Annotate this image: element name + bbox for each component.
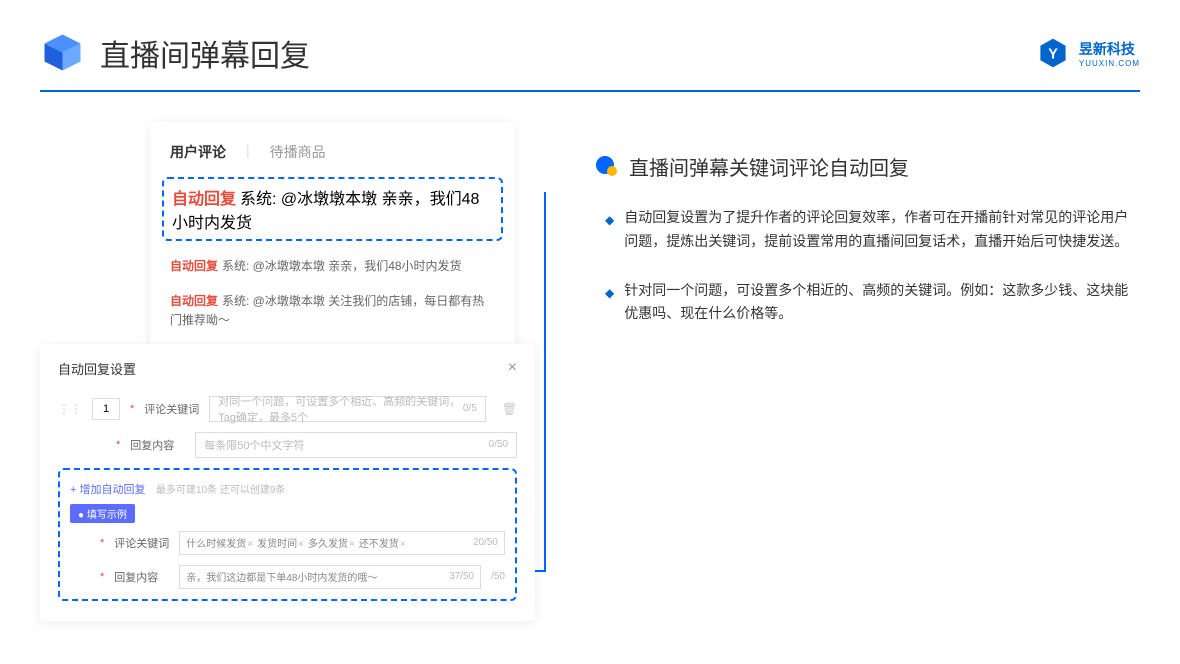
header-divider — [40, 90, 1140, 92]
diamond-icon: ◆ — [605, 283, 614, 327]
settings-title: 自动回复设置 — [58, 359, 136, 378]
close-icon[interactable]: × — [508, 359, 517, 377]
diamond-icon: ◆ — [605, 210, 614, 254]
comment-row: 自动回复系统: @冰墩墩本墩 关注我们的店铺，每日都有热门推荐呦～ — [150, 284, 515, 338]
bullet-item: ◆ 针对同一个问题，可设置多个相近的、高频的关键词。例如：这款多少钱、这块能优惠… — [605, 279, 1140, 327]
example-reply-input[interactable]: 亲，我们这边都是下单48小时内发货的哦～ 37/50 — [179, 565, 481, 589]
keyword-input[interactable]: 对同一个问题，可设置多个相近、高频的关键词，Tag确定，最多5个 0/5 — [209, 396, 485, 422]
drag-icon[interactable]: ⋮⋮ — [58, 402, 82, 416]
reply-input[interactable]: 每条限50个中文字符 0/50 — [195, 432, 517, 458]
brand-name-en: YUUXIN.COM — [1079, 59, 1140, 68]
index-input[interactable] — [92, 398, 120, 420]
cube-icon — [40, 30, 85, 75]
comment-row: 自动回复系统: @冰墩墩本墩 亲亲，我们48小时内发货 — [150, 249, 515, 284]
add-hint: 最多可建10条 还可以创建9条 — [156, 485, 285, 496]
keyword-label: 评论关键词 — [144, 401, 199, 417]
delete-icon[interactable]: 🗑 — [502, 402, 517, 416]
example-keyword-input[interactable]: 什么时候发货× 发货时间× 多久发货× 还不发货× 20/50 — [179, 531, 505, 555]
brand-name-cn: 昱新科技 — [1079, 39, 1140, 59]
comments-panel: 用户评论 | 待播商品 自动回复系统: @冰墩墩本墩 亲亲，我们48小时内发货 … — [150, 122, 515, 359]
example-badge: ● 填写示例 — [70, 504, 135, 523]
highlighted-comment: 自动回复系统: @冰墩墩本墩 亲亲，我们48小时内发货 — [162, 177, 503, 241]
bullet-item: ◆ 自动回复设置为了提升作者的评论回复效率，作者可在开播前针对常见的评论用户问题… — [605, 206, 1140, 254]
tab-products[interactable]: 待播商品 — [270, 142, 326, 162]
settings-panel: 自动回复设置 × ⋮⋮ * 评论关键词 对同一个问题，可设置多个相近、高频的关键… — [40, 344, 535, 621]
add-reply-link[interactable]: + 增加自动回复 — [70, 484, 145, 496]
brand-icon: Y — [1035, 35, 1071, 71]
section-title: 直播间弹幕关键词评论自动回复 — [629, 152, 909, 181]
auto-reply-badge: 自动回复 — [172, 191, 236, 208]
svg-text:Y: Y — [1048, 46, 1058, 62]
reply-label: 回复内容 — [130, 437, 185, 453]
page-title: 直播间弹幕回复 — [100, 31, 310, 75]
example-section: + 增加自动回复 最多可建10条 还可以创建9条 ● 填写示例 * 评论关键词 … — [58, 468, 517, 601]
tab-comments[interactable]: 用户评论 — [170, 142, 226, 162]
speech-icon — [595, 155, 619, 179]
brand-logo: Y 昱新科技 YUUXIN.COM — [1035, 35, 1140, 71]
